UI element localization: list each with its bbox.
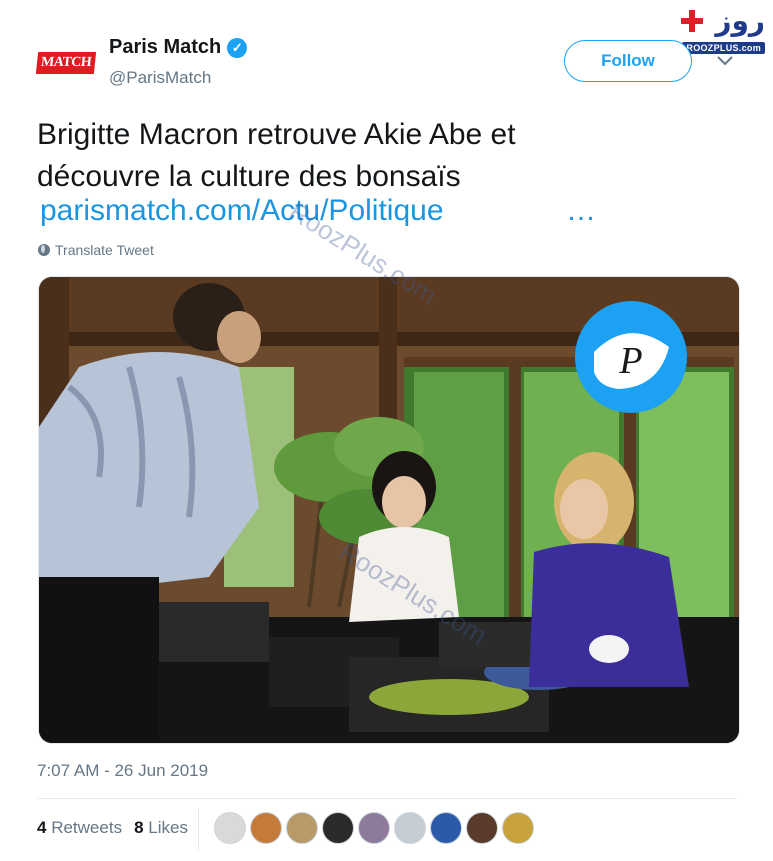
photo-scene: P bbox=[39, 277, 739, 743]
avatar[interactable]: MATCH bbox=[35, 42, 97, 84]
retweets-label: Retweets bbox=[51, 818, 123, 837]
plus-icon bbox=[681, 10, 703, 32]
paris-match-logo: MATCH bbox=[35, 52, 97, 74]
account-name-row[interactable]: Paris Match ✓ bbox=[109, 36, 248, 59]
globe-icon bbox=[38, 244, 50, 256]
liker-avatar[interactable] bbox=[394, 812, 426, 844]
translate-tweet-label: Translate Tweet bbox=[55, 242, 154, 258]
liker-avatars bbox=[214, 812, 534, 844]
divider bbox=[37, 798, 737, 799]
verified-badge-icon: ✓ bbox=[227, 37, 248, 58]
likes-stat[interactable]: 8 Likes bbox=[134, 818, 188, 838]
chevron-down-icon[interactable] bbox=[716, 54, 736, 70]
liker-avatar[interactable] bbox=[250, 812, 282, 844]
site-badge-glyphs: روز bbox=[715, 4, 766, 37]
liker-avatar[interactable] bbox=[214, 812, 246, 844]
site-badge-url: ROOZPLUS.com bbox=[682, 42, 765, 54]
likes-label: Likes bbox=[148, 818, 188, 837]
tweet-link[interactable]: parismatch.com/Actu/Politique bbox=[40, 194, 444, 228]
tweet-photo[interactable]: P bbox=[38, 276, 740, 744]
likes-count: 8 bbox=[134, 818, 144, 837]
site-badge: روز ROOZPLUS.com bbox=[681, 4, 766, 54]
tweet-timestamp[interactable]: 7:07 AM - 26 Jun 2019 bbox=[37, 761, 208, 781]
translate-tweet[interactable]: Translate Tweet bbox=[38, 242, 154, 258]
liker-avatar[interactable] bbox=[358, 812, 390, 844]
tweet-text-line-2: découvre la culture des bonsaïs bbox=[37, 160, 461, 193]
liker-avatar[interactable] bbox=[502, 812, 534, 844]
account-handle[interactable]: @ParisMatch bbox=[109, 68, 211, 88]
retweets-count: 4 bbox=[37, 818, 47, 837]
tweet-text-line-1: Brigitte Macron retrouve Akie Abe et bbox=[37, 118, 516, 151]
tweet-link-ellipsis[interactable]: … bbox=[566, 194, 596, 228]
follow-button[interactable]: Follow bbox=[564, 40, 692, 82]
photo-overlay-letter: P bbox=[618, 340, 642, 382]
account-name[interactable]: Paris Match bbox=[109, 36, 221, 59]
liker-avatar[interactable] bbox=[286, 812, 318, 844]
stats-divider bbox=[198, 808, 199, 850]
liker-avatar[interactable] bbox=[322, 812, 354, 844]
liker-avatar[interactable] bbox=[430, 812, 462, 844]
liker-avatar[interactable] bbox=[466, 812, 498, 844]
tweet-stats: 4 Retweets 8 Likes bbox=[37, 818, 188, 838]
retweets-stat[interactable]: 4 Retweets bbox=[37, 818, 122, 838]
tweet-text: Brigitte Macron retrouve Akie Abe et déc… bbox=[37, 114, 677, 198]
